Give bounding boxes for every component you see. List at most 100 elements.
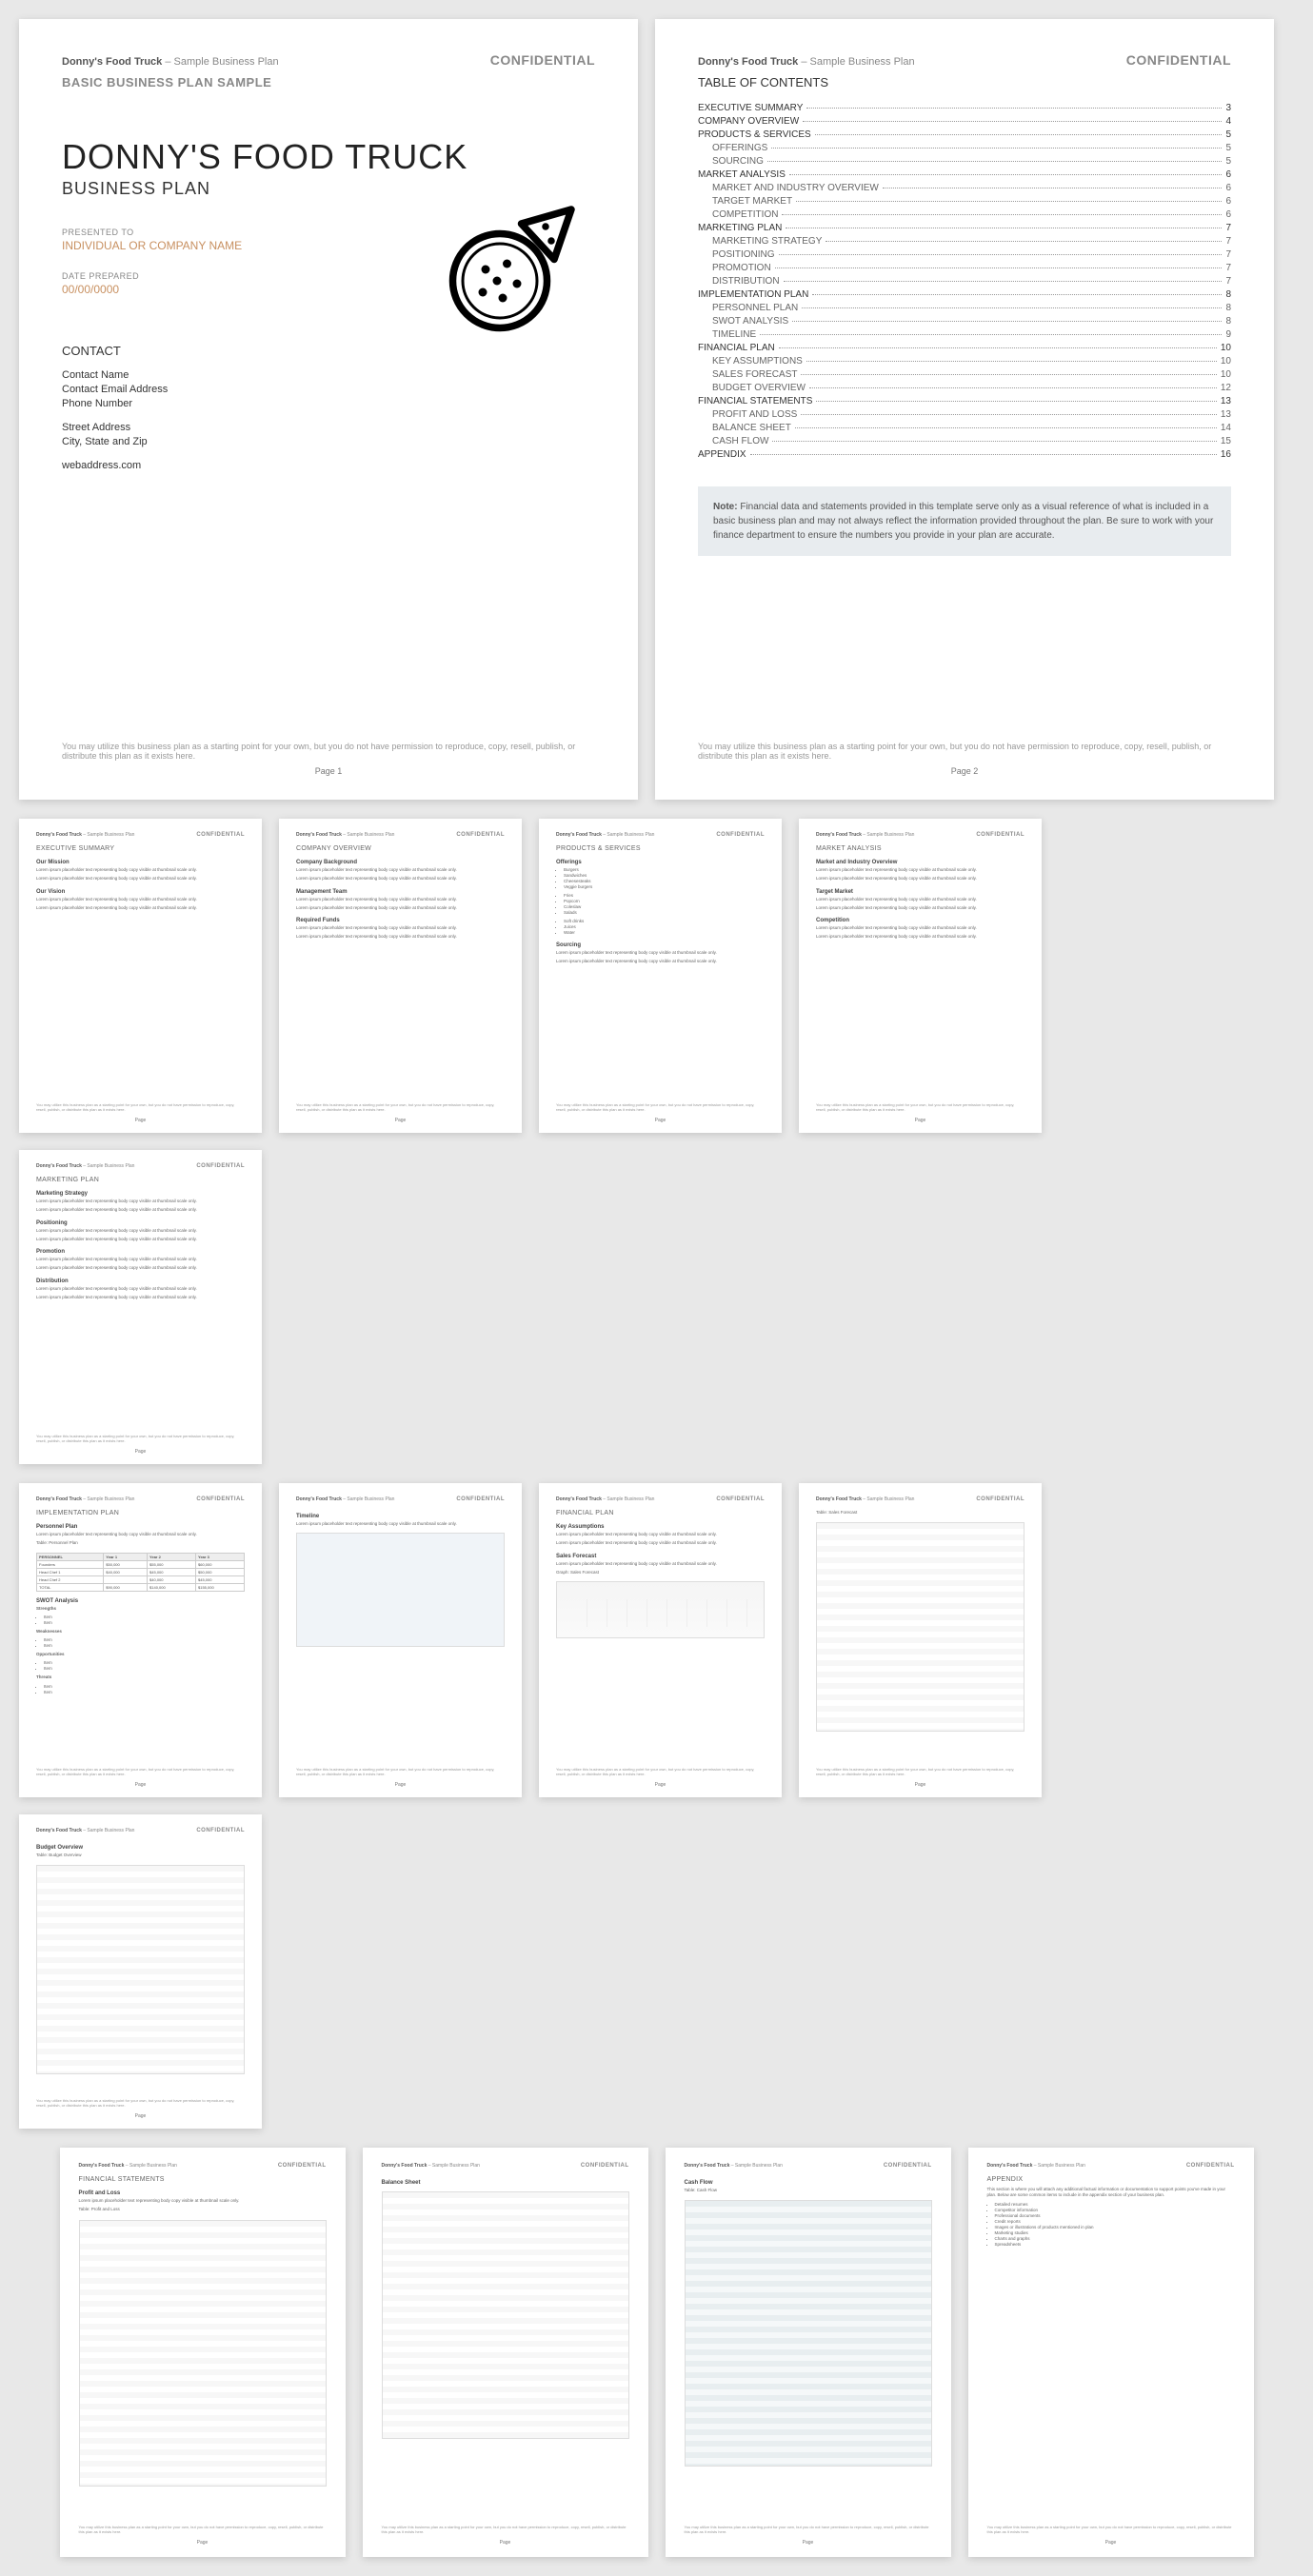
toc-dots [772,441,1216,442]
subsection-heading: Company Background [296,860,505,865]
body-text: Lorem ipsum placeholder text representin… [36,1237,245,1242]
confidential-stamp: CONFIDENTIAL [716,832,765,838]
body-text: Lorem ipsum placeholder text representin… [36,876,245,882]
toc-row: DISTRIBUTION7 [698,276,1231,287]
personnel-table: PERSONNELYear 1Year 2Year 3Founders$50,0… [36,1553,245,1592]
note-box: Note: Financial data and statements prov… [698,486,1231,556]
page-1: Donny's Food Truck – Sample Business Pla… [19,19,638,800]
confidential-stamp: CONFIDENTIAL [196,1828,245,1833]
section-heading: COMPANY OVERVIEW [296,845,505,852]
page-number: Page [79,2540,327,2546]
body-text: Lorem ipsum placeholder text representin… [36,1257,245,1262]
toc-dots [815,134,1223,135]
toc-row: PRODUCTS & SERVICES5 [698,129,1231,140]
toc-label: PRODUCTS & SERVICES [698,129,811,140]
toc-row: SOURCING5 [698,156,1231,167]
toc-page: 7 [1225,249,1231,260]
page-number: Page [685,2540,932,2546]
toc-page: 8 [1225,316,1231,327]
toc-dots [809,387,1217,388]
toc-page: 9 [1225,329,1231,340]
toc-page: 6 [1225,183,1231,193]
page-thumb: Donny's Food Truck – Sample Business Pla… [539,819,782,1133]
subsection-heading: Required Funds [296,918,505,923]
toc-dots [796,201,1222,202]
body-text: Lorem ipsum placeholder text representin… [36,897,245,902]
contact-name: Contact Name [62,369,595,381]
body-text: Lorem ipsum placeholder text representin… [36,1199,245,1204]
header-left: Donny's Food Truck – Sample Business Pla… [62,56,279,68]
toc-page: 4 [1225,116,1231,127]
body-text: Lorem ipsum placeholder text representin… [556,950,765,956]
toc-page: 8 [1225,303,1231,313]
toc-dots [803,121,1222,122]
note-body: Financial data and statements provided i… [713,502,1213,541]
toc-page: 6 [1225,209,1231,220]
subsection-heading: Our Vision [36,889,245,895]
toc-row: EXECUTIVE SUMMARY3 [698,103,1231,113]
confidential-stamp: CONFIDENTIAL [456,832,505,838]
toc-row: SWOT ANALYSIS8 [698,316,1231,327]
toc-dots [806,108,1222,109]
pizza-icon [443,195,586,338]
toc-row: MARKETING STRATEGY7 [698,236,1231,247]
toc-label: MARKETING PLAN [698,223,782,233]
page-number: Page [36,1782,245,1788]
toc-dots [782,214,1222,215]
confidential-stamp: CONFIDENTIAL [716,1496,765,1502]
page-number: Page [36,1449,245,1455]
toc-page: 13 [1221,396,1231,406]
page-number: Page [296,1782,505,1788]
toc-label: MARKETING STRATEGY [712,236,822,247]
toc-row: BUDGET OVERVIEW12 [698,383,1231,393]
footer-disclaimer: You may utilize this business plan as a … [36,1434,245,1443]
body-text: Lorem ipsum placeholder text representin… [36,1286,245,1292]
footer-disclaimer: You may utilize this business plan as a … [36,1767,245,1776]
toc-dots [826,241,1222,242]
page-thumb: Donny's Food Truck – Sample Business Pla… [799,1483,1042,1797]
body-text: Lorem ipsum placeholder text representin… [296,925,505,931]
page-thumb: Donny's Food Truck – Sample Business Pla… [19,819,262,1133]
doc-subtitle: BASIC BUSINESS PLAN SAMPLE [62,75,595,89]
toc-row: COMPANY OVERVIEW4 [698,116,1231,127]
toc-row: TIMELINE9 [698,329,1231,340]
toc-page: 10 [1221,356,1231,367]
toc-label: POSITIONING [712,249,775,260]
toc-page: 15 [1221,436,1231,446]
toc-row: BALANCE SHEET14 [698,423,1231,433]
toc-row: PROMOTION7 [698,263,1231,273]
confidential-stamp: CONFIDENTIAL [196,1496,245,1502]
appendix-list: Detailed resumesCompetitor informationPr… [987,2202,1235,2248]
doc-title: DONNY'S FOOD TRUCK [62,137,595,177]
toc-row: MARKETING PLAN7 [698,223,1231,233]
body-text: Lorem ipsum placeholder text representin… [816,925,1025,931]
toc-row: APPENDIX16 [698,449,1231,460]
page-thumb: Donny's Food Truck – Sample Business Pla… [19,1150,262,1464]
toc-row: IMPLEMENTATION PLAN8 [698,289,1231,300]
toc-page: 7 [1225,276,1231,287]
toc-row: PROFIT AND LOSS13 [698,409,1231,420]
confidential-stamp: CONFIDENTIAL [278,2163,327,2169]
page-number: Page [36,2113,245,2119]
header: Donny's Food Truck – Sample Business Pla… [698,52,1231,68]
toc-row: FINANCIAL PLAN10 [698,343,1231,353]
profit-loss-table [79,2220,327,2487]
contact-phone: Phone Number [62,398,595,409]
footer-disclaimer: You may utilize this business plan as a … [556,1102,765,1112]
toc-dots [792,321,1222,322]
footer-disclaimer: You may utilize this business plan as a … [296,1767,505,1776]
toc-page: 10 [1221,343,1231,353]
subsection-heading: Promotion [36,1249,245,1255]
footer-disclaimer: You may utilize this business plan as a … [382,2525,629,2534]
body-text: Lorem ipsum placeholder text representin… [296,905,505,911]
page-number: Page [816,1118,1025,1123]
toc-label: PROFIT AND LOSS [712,409,797,420]
toc-row: MARKET ANALYSIS6 [698,169,1231,180]
body-text: Lorem ipsum placeholder text representin… [296,934,505,940]
toc-dots [779,254,1223,255]
page-number: Page [556,1118,765,1123]
confidential-stamp: CONFIDENTIAL [976,832,1025,838]
subsection-heading: Distribution [36,1278,245,1284]
toc-page: 12 [1221,383,1231,393]
toc-dots [779,347,1217,348]
